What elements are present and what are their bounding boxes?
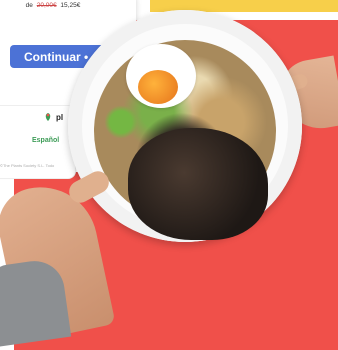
price-prefix: de	[25, 2, 33, 9]
fried-egg-yolk	[138, 70, 178, 104]
price-line: de 20,00€ 15,25€	[0, 2, 118, 9]
peas	[100, 104, 142, 140]
language-selector[interactable]: Español	[32, 137, 59, 144]
brand-logo-text: pl	[56, 113, 64, 122]
legal-notice: ©The Plants Society S.L. Todo	[0, 163, 55, 168]
charred-vegetables	[128, 128, 268, 240]
price-old: 20,00€	[36, 2, 57, 9]
price-new: 15,25€	[60, 2, 81, 9]
leaf-logo-icon	[45, 113, 51, 121]
